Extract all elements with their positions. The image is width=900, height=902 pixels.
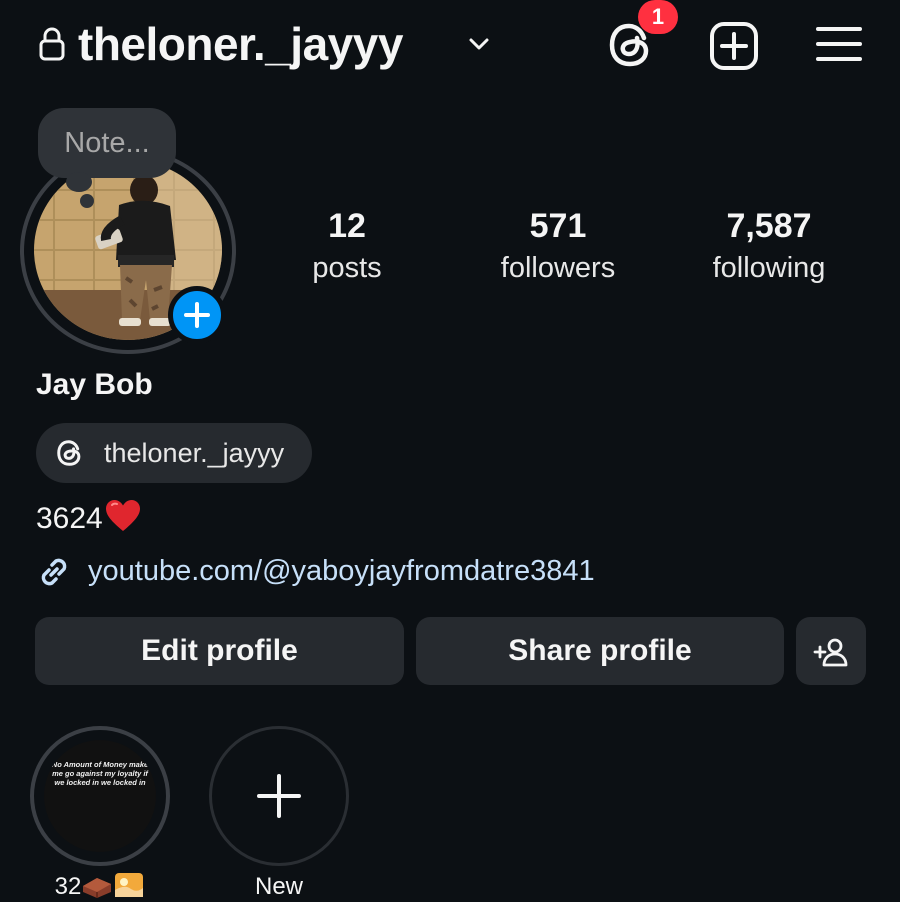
new-highlight-button[interactable]	[209, 726, 349, 866]
sunset-image-icon	[115, 873, 144, 897]
highlight-label-text: 32	[54, 873, 82, 900]
profile-link[interactable]: youtube.com/@yaboyjayfromdatre3841	[88, 550, 595, 592]
add-story-button[interactable]	[168, 286, 226, 344]
stat-following-value: 7,587	[726, 207, 812, 245]
bio-text: 3624	[36, 498, 141, 540]
edit-profile-button[interactable]: Edit profile	[35, 617, 404, 685]
plus-square-icon[interactable]	[708, 20, 760, 72]
brick-emoji-icon	[83, 878, 112, 898]
stat-posts[interactable]: 12 posts	[257, 204, 437, 288]
share-profile-button[interactable]: Share profile	[416, 617, 784, 685]
link-icon	[41, 558, 67, 586]
chevron-down-icon[interactable]	[466, 32, 492, 56]
stat-following-label: following	[712, 252, 826, 284]
hamburger-menu-icon[interactable]	[815, 24, 863, 64]
note-bubble-tail-dot	[80, 194, 94, 208]
discover-people-button[interactable]	[796, 617, 866, 685]
note-bubble[interactable]: Note...	[38, 108, 176, 178]
threads-profile-badge[interactable]: theloner._jayyy	[36, 423, 312, 483]
profile-username[interactable]: theloner._jayyy	[78, 14, 403, 74]
stat-following[interactable]: 7,587 following	[679, 204, 859, 288]
bio-number: 3624	[36, 502, 103, 535]
red-heart-icon	[105, 500, 140, 531]
stat-posts-value: 12	[328, 207, 366, 245]
display-name: Jay Bob	[36, 368, 153, 401]
add-person-icon	[813, 638, 848, 667]
threads-icon	[57, 440, 81, 466]
stat-followers[interactable]: 571 followers	[468, 204, 648, 288]
plus-icon	[184, 302, 210, 328]
new-highlight-label: New	[254, 873, 303, 900]
lock-icon	[39, 27, 65, 61]
plus-icon	[257, 774, 301, 818]
highlight-cover-text: No Amount of Money make me go against my…	[51, 760, 149, 787]
note-bubble-tail	[66, 172, 92, 192]
highlight-label: 32	[30, 872, 170, 902]
stat-followers-value: 571	[529, 207, 587, 245]
highlight-cover[interactable]: No Amount of Money make me go against my…	[44, 740, 156, 852]
stat-posts-label: posts	[312, 252, 382, 284]
notification-badge: 1	[638, 0, 678, 34]
threads-handle: theloner._jayyy	[104, 438, 285, 468]
stat-followers-label: followers	[500, 252, 616, 284]
